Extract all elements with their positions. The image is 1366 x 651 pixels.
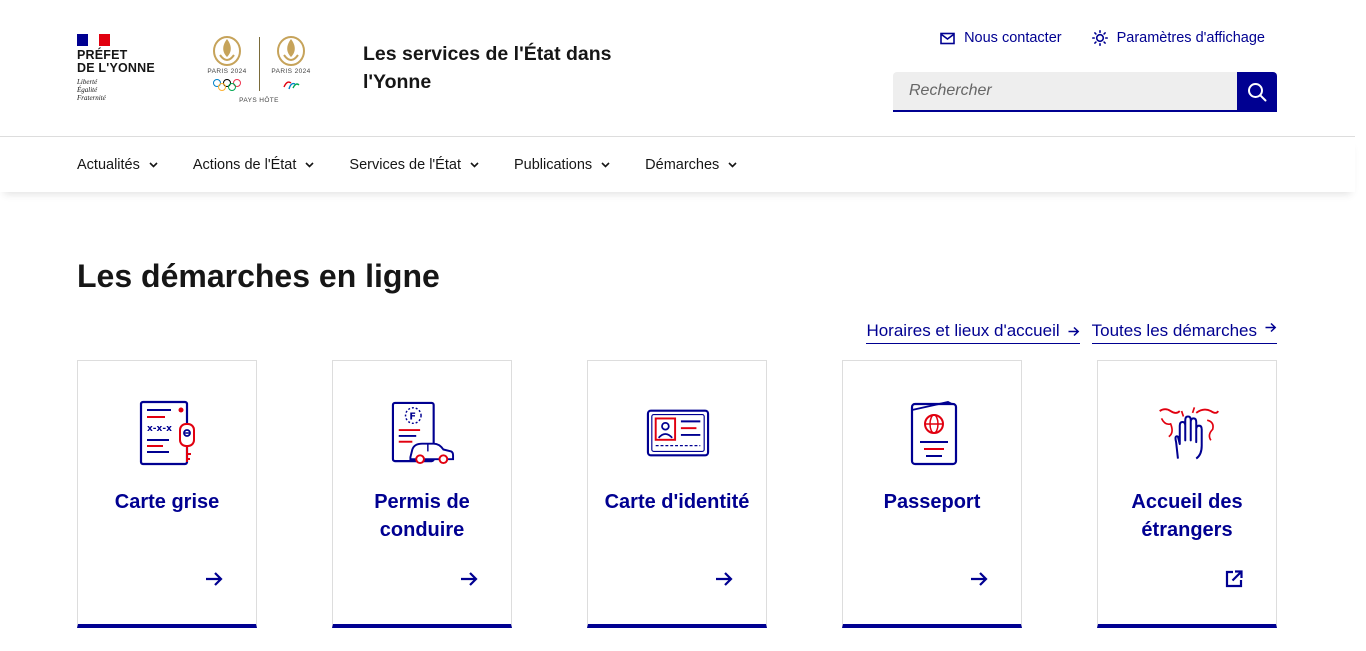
nav-item-publications[interactable]: Publications: [514, 137, 610, 192]
header-tools: Nous contacter Paramètres d'affichage: [940, 30, 1265, 46]
nav-list: Actualités Actions de l'État Services de…: [77, 137, 772, 192]
nav-item-label: Publications: [513, 156, 593, 173]
card-title: Accueil des étrangers: [1131, 491, 1243, 541]
search-bar: [893, 72, 1277, 112]
svg-text:F: F: [409, 411, 416, 422]
paris-label-left: PARIS 2024: [207, 68, 247, 75]
nav-item-label: Actions de l'État: [192, 156, 297, 173]
chevron-down-icon: [601, 162, 610, 168]
agitos-icon: [283, 81, 300, 90]
all-procedures-label: Toutes les démarches: [1091, 321, 1257, 340]
search-icon: [1248, 83, 1267, 102]
opening-hours-label: Horaires et lieux d'accueil: [866, 321, 1060, 340]
chevron-down-icon: [728, 162, 737, 168]
external-link-icon: [1225, 570, 1243, 588]
opening-hours-link[interactable]: Horaires et lieux d'accueil: [866, 320, 1080, 344]
olympic-flame-icon: [213, 36, 241, 66]
arrow-right-icon: [716, 572, 733, 586]
passport-icon: [901, 399, 965, 467]
driving-licence-icon: F: [391, 399, 455, 467]
card-accueil-etrangers[interactable]: Accueil des étrangers: [1097, 360, 1277, 628]
procedure-cards: x-x-x Carte grise F Permis de conduire C…: [77, 360, 1277, 628]
sun-icon: [1091, 30, 1108, 46]
arrow-right-icon: [1265, 322, 1277, 332]
main-navigation: Actualités Actions de l'État Services de…: [0, 137, 1355, 192]
arrow-right-icon: [1068, 326, 1079, 336]
card-title: Carte grise: [114, 491, 220, 513]
pays-hote-label: PAYS HÔTE: [239, 97, 279, 104]
welcome-hand-icon: [1156, 399, 1220, 467]
olympic-rings-icon: [213, 79, 241, 91]
logo-divider: [259, 37, 260, 91]
search-input[interactable]: [893, 72, 1237, 112]
arrow-right-icon: [971, 572, 988, 586]
prefet-name: PRÉFET DE L'YONNE: [77, 48, 155, 75]
republic-devise: Liberté Égalité Fraternité: [77, 78, 106, 102]
republic-flag-icon: [77, 34, 110, 46]
all-procedures-link[interactable]: Toutes les démarches: [1091, 320, 1277, 344]
arrow-right-icon: [461, 572, 478, 586]
display-settings-link[interactable]: Paramètres d'affichage: [1091, 30, 1265, 46]
card-title: Carte d'identité: [604, 491, 750, 513]
card-passeport[interactable]: Passeport: [842, 360, 1022, 628]
card-title: Passeport: [883, 491, 981, 513]
search-button[interactable]: [1237, 72, 1277, 112]
paris-label-right: PARIS 2024: [271, 68, 311, 75]
paris-2024-logo: PARIS 2024 PARIS 2024 PAYS HÔTE: [199, 35, 319, 107]
chevron-down-icon: [305, 162, 314, 168]
nav-item-actualites[interactable]: Actualités: [77, 137, 158, 192]
nav-item-label: Démarches: [645, 156, 720, 173]
site-title[interactable]: Les services de l'État dans l'Yonne: [363, 40, 643, 96]
chevron-down-icon: [149, 162, 158, 168]
contact-label: Nous contacter: [964, 30, 1062, 46]
page-title: Les démarches en ligne: [77, 258, 440, 294]
paralympic-games-logo: PARIS 2024: [263, 35, 319, 95]
nav-item-demarches[interactable]: Démarches: [645, 137, 737, 192]
card-carte-grise[interactable]: x-x-x Carte grise: [77, 360, 257, 628]
quick-links: Horaires et lieux d'accueil Toutes les d…: [866, 320, 1277, 344]
arrow-right-icon: [206, 572, 223, 586]
contact-link[interactable]: Nous contacter: [940, 30, 1062, 46]
card-title: Permis de conduire: [374, 491, 470, 541]
nav-item-label: Services de l'État: [349, 156, 461, 173]
mail-icon: [940, 32, 955, 44]
nav-item-label: Actualités: [77, 156, 140, 173]
paralympic-flame-icon: [277, 36, 305, 66]
svg-text:x-x-x: x-x-x: [147, 424, 172, 434]
nav-item-actions-etat[interactable]: Actions de l'État: [193, 137, 315, 192]
olympic-games-logo: PARIS 2024: [199, 35, 255, 95]
card-carte-identite[interactable]: Carte d'identité: [587, 360, 767, 628]
id-card-icon: [646, 399, 710, 467]
prefet-logo-block[interactable]: PRÉFET DE L'YONNE Liberté Égalité Frater…: [77, 34, 155, 102]
nav-item-services-etat[interactable]: Services de l'État: [349, 137, 479, 192]
card-permis-conduire[interactable]: F Permis de conduire: [332, 360, 512, 628]
car-registration-icon: x-x-x: [136, 399, 200, 467]
display-settings-label: Paramètres d'affichage: [1116, 30, 1265, 46]
chevron-down-icon: [470, 162, 479, 168]
site-header: PRÉFET DE L'YONNE Liberté Égalité Frater…: [0, 0, 1355, 137]
